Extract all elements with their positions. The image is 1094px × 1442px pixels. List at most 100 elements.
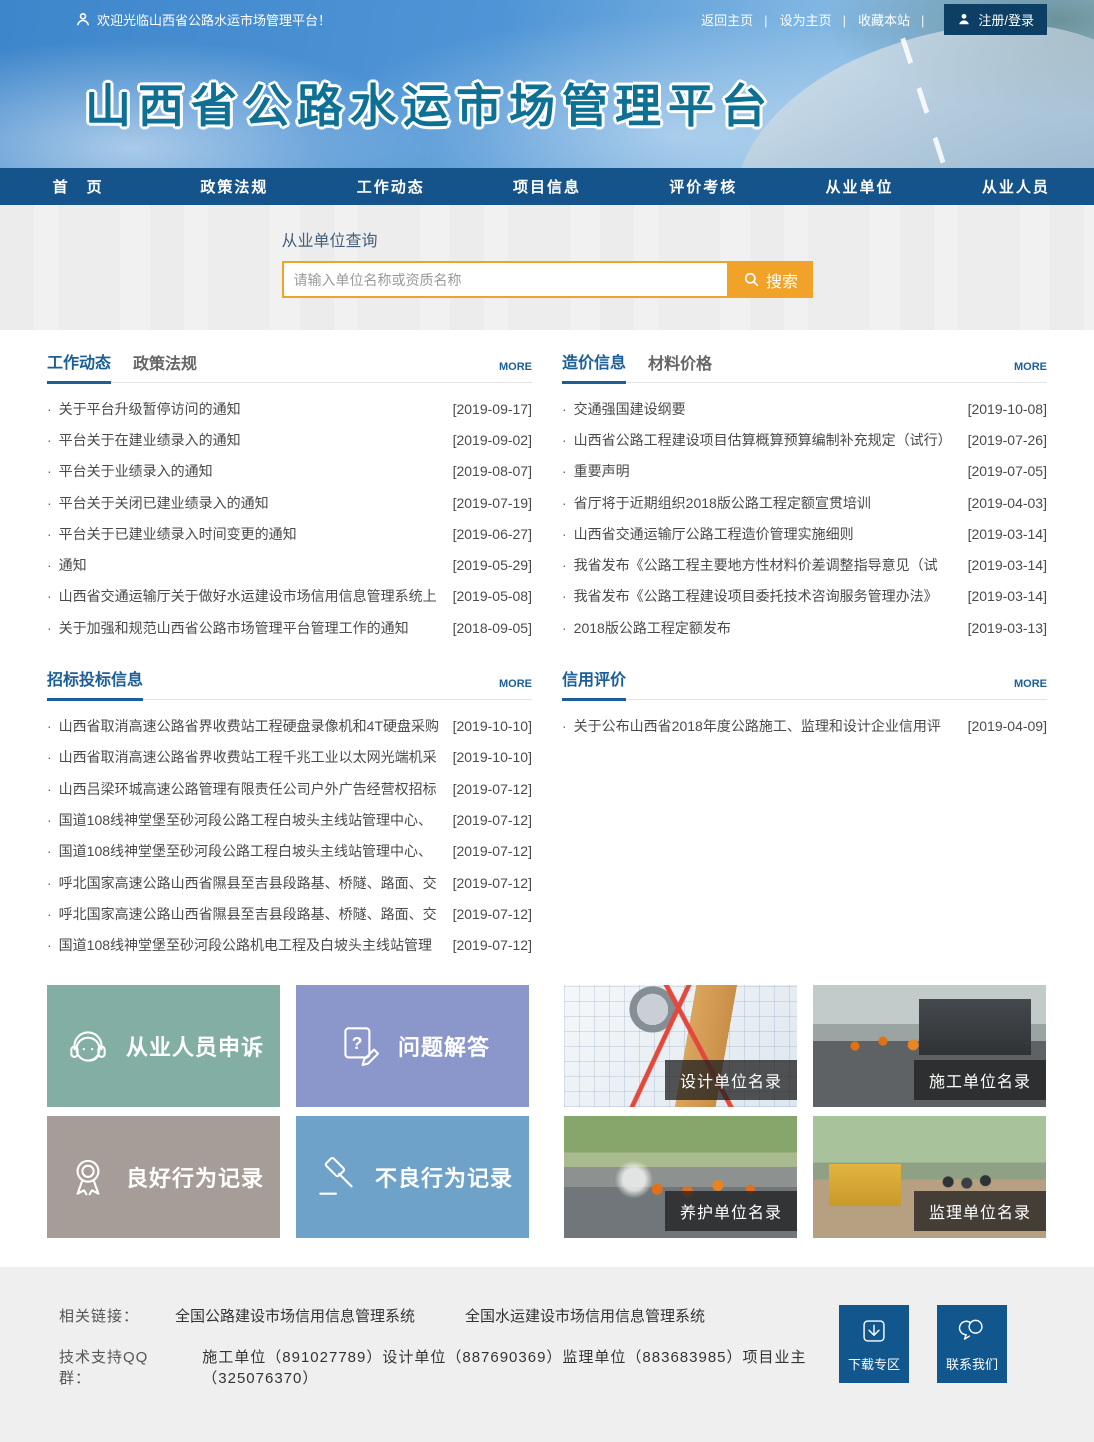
topbar-link[interactable]: 收藏本站 xyxy=(852,13,930,28)
news-title[interactable]: 交通强国建设纲要 xyxy=(574,399,960,419)
topbar-links: 返回主页设为主页收藏本站 注册/登录 xyxy=(695,4,1047,35)
news-item[interactable]: 山西省交通运输厅公路工程造价管理实施细则[2019-03-14] xyxy=(562,518,1047,549)
news-title[interactable]: 我省发布《公路工程建设项目委托技术咨询服务管理办法》 xyxy=(574,586,960,606)
news-item[interactable]: 国道108线神堂堡至砂河段公路工程白坡头主线站管理中心、[2019-07-12] xyxy=(47,836,532,867)
news-title[interactable]: 山西省公路工程建设项目估算概算预算编制补充规定（试行） xyxy=(574,430,960,450)
news-item[interactable]: 平台关于关闭已建业绩录入的通知[2019-07-19] xyxy=(47,487,532,518)
news-title[interactable]: 国道108线神堂堡至砂河段公路机电工程及白坡头主线站管理 xyxy=(59,935,445,955)
tab-material-price[interactable]: 材料价格 xyxy=(648,350,712,382)
news-item[interactable]: 山西省交通运输厅关于做好水运建设市场信用信息管理系统上[2019-05-08] xyxy=(47,581,532,612)
topbar-link[interactable]: 返回主页 xyxy=(695,13,773,28)
register-login-button[interactable]: 注册/登录 xyxy=(944,4,1047,35)
construction-directory-photo[interactable]: 施工单位名录 xyxy=(813,985,1046,1107)
tab-work-news[interactable]: 工作动态 xyxy=(47,349,111,384)
news-date: [2019-09-17] xyxy=(453,401,532,417)
news-item[interactable]: 交通强国建设纲要[2019-10-08] xyxy=(562,393,1047,424)
footer-buttons: 下载专区 联系我们 xyxy=(839,1305,1007,1383)
news-title[interactable]: 国道108线神堂堡至砂河段公路工程白坡头主线站管理中心、 xyxy=(59,810,445,830)
news-title[interactable]: 平台关于已建业绩录入时间变更的通知 xyxy=(59,524,445,544)
news-item[interactable]: 平台关于已建业绩录入时间变更的通知 [2019-06-27] xyxy=(47,518,532,549)
contact-us-button[interactable]: 联系我们 xyxy=(937,1305,1007,1383)
news-item[interactable]: 山西省取消高速公路省界收费站工程千兆工业以太网光端机采[2019-10-10] xyxy=(47,742,532,773)
news-title[interactable]: 平台关于关闭已建业绩录入的通知 xyxy=(59,493,445,513)
more-link-cost[interactable]: MORE xyxy=(1014,361,1047,373)
footer: 相关链接： 全国公路建设市场信用信息管理系统 全国水运建设市场信用信息管理系统 … xyxy=(0,1267,1094,1442)
news-item[interactable]: 2018版公路工程定额发布[2019-03-13] xyxy=(562,612,1047,643)
nav-item[interactable]: 从业单位 xyxy=(781,168,937,205)
bad-record-tile[interactable]: 不良行为记录 xyxy=(296,1116,529,1238)
good-record-tile[interactable]: 良好行为记录 xyxy=(47,1116,280,1238)
news-title[interactable]: 山西省交通运输厅公路工程造价管理实施细则 xyxy=(574,524,960,544)
news-date: [2019-07-12] xyxy=(453,906,532,922)
news-title[interactable]: 呼北国家高速公路山西省隰县至吉县段路基、桥隧、路面、交 xyxy=(59,904,445,924)
news-title[interactable]: 关于加强和规范山西省公路市场管理平台管理工作的通知 xyxy=(59,618,445,638)
news-item[interactable]: 重要声明[2019-07-05] xyxy=(562,456,1047,487)
search-input[interactable] xyxy=(282,261,729,298)
supervision-directory-photo[interactable]: 监理单位名录 xyxy=(813,1116,1046,1238)
staff-appeal-tile[interactable]: 从业人员申诉 xyxy=(47,985,280,1107)
news-item[interactable]: 省厅将于近期组织2018版公路工程定额宣贯培训[2019-04-03] xyxy=(562,487,1047,518)
news-item[interactable]: 我省发布《公路工程建设项目委托技术咨询服务管理办法》[2019-03-14] xyxy=(562,581,1047,612)
more-link-credit[interactable]: MORE xyxy=(1014,678,1047,690)
news-title[interactable]: 省厅将于近期组织2018版公路工程定额宣贯培训 xyxy=(574,493,960,513)
qa-tile[interactable]: ? 问题解答 xyxy=(296,985,529,1107)
news-title[interactable]: 山西省交通运输厅关于做好水运建设市场信用信息管理系统上 xyxy=(59,586,445,606)
footer-link-highway-credit[interactable]: 全国公路建设市场信用信息管理系统 xyxy=(175,1305,415,1326)
news-item[interactable]: 我省发布《公路工程主要地方性材料价差调整指导意见（试[2019-03-14] xyxy=(562,549,1047,580)
news-item[interactable]: 关于平台升级暂停访问的通知 [2019-09-17] xyxy=(47,393,532,424)
news-title[interactable]: 2018版公路工程定额发布 xyxy=(574,618,960,638)
news-item[interactable]: 通知[2019-05-29] xyxy=(47,549,532,580)
topbar-link[interactable]: 设为主页 xyxy=(774,13,852,28)
news-item[interactable]: 国道108线神堂堡至砂河段公路工程白坡头主线站管理中心、[2019-07-12] xyxy=(47,804,532,835)
tab-credit[interactable]: 信用评价 xyxy=(562,666,626,701)
news-date: [2019-04-09] xyxy=(968,718,1047,734)
maintenance-directory-photo[interactable]: 养护单位名录 xyxy=(564,1116,797,1238)
welcome-message: 欢迎光临山西省公路水运市场管理平台！ xyxy=(47,10,331,29)
headset-icon xyxy=(63,1021,113,1071)
directory-photos: 设计单位名录 施工单位名录 养护单位名录 监理单位名录 xyxy=(564,985,1047,1238)
more-link-bidding[interactable]: MORE xyxy=(499,678,532,690)
photo-caption[interactable]: 监理单位名录 xyxy=(914,1191,1046,1231)
news-item[interactable]: 山西省公路工程建设项目估算概算预算编制补充规定（试行）[2019-07-26] xyxy=(562,424,1047,455)
news-item[interactable]: 呼北国家高速公路山西省隰县至吉县段路基、桥隧、路面、交 [2019-07-12] xyxy=(47,898,532,929)
news-date: [2019-06-27] xyxy=(453,526,532,542)
photo-caption[interactable]: 养护单位名录 xyxy=(665,1191,797,1231)
nav-item[interactable]: 首 页 xyxy=(0,168,156,205)
news-title[interactable]: 山西省取消高速公路省界收费站工程硬盘录像机和4T硬盘采购 xyxy=(59,716,445,736)
news-title[interactable]: 通知 xyxy=(59,555,445,575)
download-zone-button[interactable]: 下载专区 xyxy=(839,1305,909,1383)
nav-item[interactable]: 政策法规 xyxy=(156,168,312,205)
news-item[interactable]: 呼北国家高速公路山西省隰县至吉县段路基、桥隧、路面、交[2019-07-12] xyxy=(47,867,532,898)
news-item[interactable]: 山西吕梁环城高速公路管理有限责任公司户外广告经营权招标[2019-07-12] xyxy=(47,773,532,804)
news-item[interactable]: 关于加强和规范山西省公路市场管理平台管理工作的通知[2018-09-05] xyxy=(47,612,532,643)
news-item[interactable]: 国道108线神堂堡至砂河段公路机电工程及白坡头主线站管理[2019-07-12] xyxy=(47,929,532,960)
news-title[interactable]: 我省发布《公路工程主要地方性材料价差调整指导意见（试 xyxy=(574,555,960,575)
tab-policy[interactable]: 政策法规 xyxy=(133,350,197,382)
news-item[interactable]: 山西省取消高速公路省界收费站工程硬盘录像机和4T硬盘采购[2019-10-10] xyxy=(47,710,532,741)
news-title[interactable]: 呼北国家高速公路山西省隰县至吉县段路基、桥隧、路面、交 xyxy=(59,873,445,893)
nav-item[interactable]: 项目信息 xyxy=(469,168,625,205)
news-title[interactable]: 山西吕梁环城高速公路管理有限责任公司户外广告经营权招标 xyxy=(59,779,445,799)
news-title[interactable]: 关于平台升级暂停访问的通知 xyxy=(59,399,445,419)
news-title[interactable]: 国道108线神堂堡至砂河段公路工程白坡头主线站管理中心、 xyxy=(59,841,445,861)
tab-cost-info[interactable]: 造价信息 xyxy=(562,349,626,384)
news-title[interactable]: 重要声明 xyxy=(574,461,960,481)
footer-link-waterway-credit[interactable]: 全国水运建设市场信用信息管理系统 xyxy=(465,1305,705,1326)
design-directory-photo[interactable]: 设计单位名录 xyxy=(564,985,797,1107)
more-link-work[interactable]: MORE xyxy=(499,361,532,373)
news-item[interactable]: 关于公布山西省2018年度公路施工、监理和设计企业信用评 [2019-04-09] xyxy=(562,710,1047,741)
news-item[interactable]: 平台关于在建业绩录入的通知[2019-09-02] xyxy=(47,424,532,455)
news-title[interactable]: 平台关于在建业绩录入的通知 xyxy=(59,430,445,450)
photo-caption[interactable]: 施工单位名录 xyxy=(914,1060,1046,1100)
nav-item[interactable]: 工作动态 xyxy=(313,168,469,205)
qq-support-text: 施工单位（891027789）设计单位（887690369）监理单位（88368… xyxy=(202,1346,839,1388)
tab-bidding[interactable]: 招标投标信息 xyxy=(47,666,143,701)
nav-item[interactable]: 评价考核 xyxy=(625,168,781,205)
news-title[interactable]: 山西省取消高速公路省界收费站工程千兆工业以太网光端机采 xyxy=(59,747,445,767)
news-title[interactable]: 平台关于业绩录入的通知 xyxy=(59,461,445,481)
nav-item[interactable]: 从业人员 xyxy=(938,168,1094,205)
photo-caption[interactable]: 设计单位名录 xyxy=(665,1060,797,1100)
news-title[interactable]: 关于公布山西省2018年度公路施工、监理和设计企业信用评 xyxy=(574,716,960,736)
news-item[interactable]: 平台关于业绩录入的通知[2019-08-07] xyxy=(47,456,532,487)
search-button[interactable]: 搜索 xyxy=(729,261,813,298)
